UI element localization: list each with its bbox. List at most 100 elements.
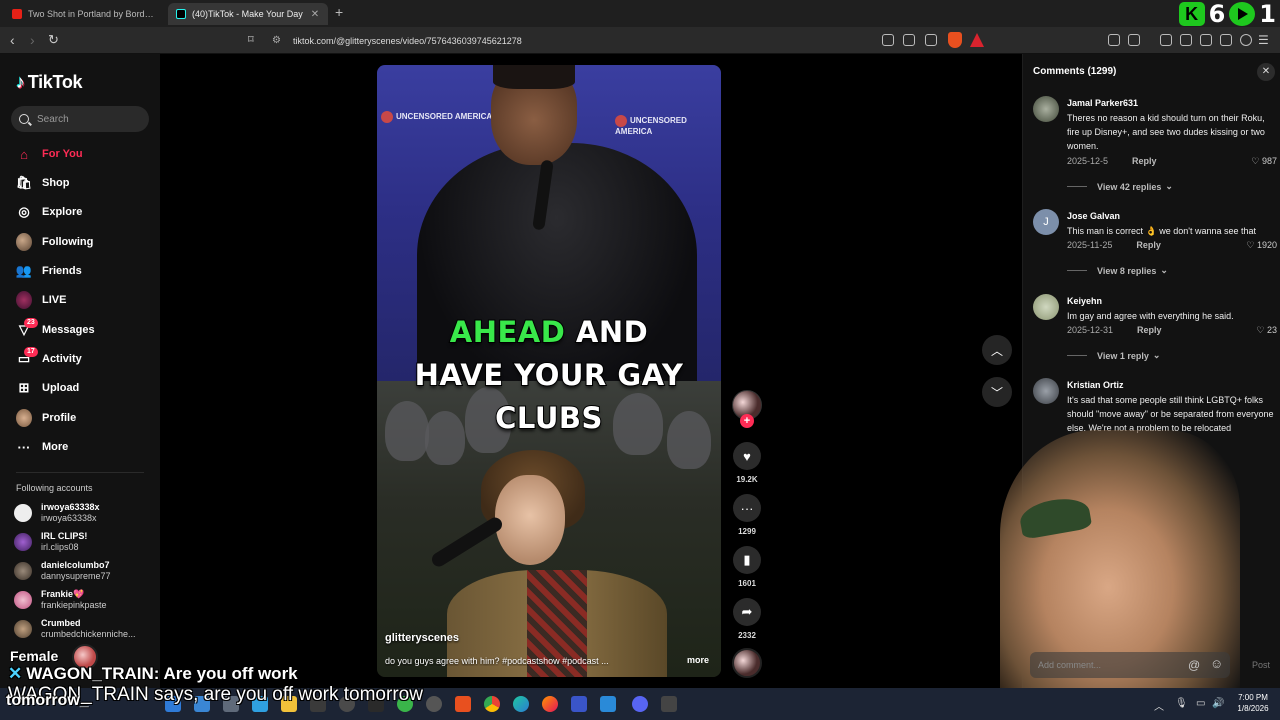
close-tab-icon[interactable]: ✕ (311, 9, 319, 20)
nav-label: LIVE (42, 294, 67, 306)
forward-icon[interactable]: › (30, 32, 35, 48)
more-link[interactable]: more (687, 655, 709, 665)
brave-icon[interactable] (455, 696, 471, 712)
nav-more[interactable]: ··· More (16, 436, 69, 458)
nav-label: Following (42, 236, 94, 248)
taskbar-clock[interactable]: 7:00 PM 1/8/2026 (1230, 692, 1276, 714)
close-icon[interactable]: ✕ (1257, 63, 1275, 81)
site-info-icon[interactable]: ⚙ (272, 35, 281, 46)
nav-messages[interactable]: ▽ 23 Messages (16, 318, 95, 341)
avatar[interactable] (1033, 378, 1059, 404)
view-replies-button[interactable]: View 8 replies ⌄ (1067, 265, 1168, 276)
address-bar[interactable]: ⚙ tiktok.com/@glitteryscenes/video/75764… (242, 30, 986, 51)
account-name: irwoya63338x (41, 502, 100, 512)
account-name: Frankie💖 (41, 589, 85, 599)
tiktok-sidebar: ♪ TikTok Search ⌂ For You 🛍 Shop ◎ Explo… (0, 54, 160, 694)
comment-meta: 2025-12-31 Reply ♡ 23 (1067, 325, 1277, 336)
menu-icon[interactable]: ☰ (1258, 32, 1269, 48)
brave-shield-icon[interactable] (948, 32, 962, 48)
vscode-icon[interactable] (600, 696, 616, 712)
following-account[interactable]: Frankie💖 frankiepinkpaste (14, 589, 107, 611)
media-icon[interactable] (882, 34, 894, 46)
network-icon[interactable]: ▭ (1196, 698, 1205, 709)
nav-live[interactable]: LIVE (16, 289, 66, 311)
view-replies-button[interactable]: View 1 reply ⌄ (1067, 350, 1160, 361)
app-icon[interactable] (661, 696, 677, 712)
sidebar-toggle-icon[interactable] (1180, 34, 1192, 46)
nav-for-you[interactable]: ⌂ For You (16, 143, 82, 165)
share-icon[interactable] (925, 34, 937, 46)
view-replies-label: View 1 reply (1097, 350, 1149, 361)
like-button[interactable]: ♥ 19.2K (732, 442, 762, 484)
music-icon[interactable] (1160, 34, 1172, 46)
wallet-icon[interactable] (1200, 34, 1212, 46)
browser-nav-bar: ‹ › ↻ ⌑ ⚙ tiktok.com/@glitteryscenes/vid… (0, 27, 1280, 54)
vpn-icon[interactable] (1240, 34, 1252, 46)
mic-icon[interactable]: 🎙 (1175, 698, 1188, 709)
edge-icon[interactable] (513, 696, 529, 712)
sidebar-divider (16, 472, 144, 473)
ai-icon[interactable] (1220, 34, 1232, 46)
follow-plus-icon[interactable]: + (740, 414, 754, 428)
view-replies-button[interactable]: View 42 replies ⌄ (1067, 181, 1173, 192)
following-account[interactable]: irwoya63338x irwoya63338x (14, 502, 100, 524)
search-input[interactable]: Search (11, 106, 149, 132)
app-icon[interactable] (571, 696, 587, 712)
extensions-icon[interactable] (1108, 34, 1120, 46)
like-comment-button[interactable]: ♡ 987 (1251, 156, 1277, 167)
nav-shop[interactable]: 🛍 Shop (16, 172, 70, 194)
like-comment-button[interactable]: ♡ 1920 (1246, 240, 1277, 251)
reply-button[interactable]: Reply (1132, 156, 1157, 167)
new-tab-button[interactable]: + (335, 4, 343, 20)
nav-explore[interactable]: ◎ Explore (16, 201, 82, 223)
upload-icon: ⊞ (18, 380, 30, 395)
tab-search-icon[interactable] (1128, 34, 1140, 46)
following-account[interactable]: IRL CLIPS! irl.clips08 (14, 531, 87, 553)
nav-activity[interactable]: ▭ 17 Activity (16, 347, 82, 370)
comment-author[interactable]: Jamal Parker631 (1067, 98, 1138, 108)
chat-text: Are you off work (159, 664, 298, 683)
reload-icon[interactable]: ↻ (48, 32, 59, 48)
following-account[interactable]: Crumbed crumbedchickenniche... (14, 618, 136, 640)
bookmark-icon: ▮ (733, 546, 761, 574)
avatar[interactable]: J (1033, 209, 1059, 235)
reply-button[interactable]: Reply (1136, 240, 1161, 251)
cast-icon[interactable] (903, 34, 915, 46)
volume-icon[interactable]: 🔊 (1212, 698, 1224, 709)
comment-author[interactable]: Kristian Ortiz (1067, 380, 1124, 390)
reply-button[interactable]: Reply (1137, 325, 1162, 336)
tray-chevron-icon[interactable]: ︿ (1154, 698, 1164, 713)
following-account[interactable]: danielcolumbo7 dannysupreme77 (14, 560, 111, 582)
comment-author[interactable]: Keiyehn (1067, 296, 1102, 306)
app-icon[interactable] (426, 696, 442, 712)
post-button[interactable]: Post (1252, 660, 1270, 670)
comment-button[interactable]: ··· 1299 (732, 494, 762, 536)
tiktok-logo[interactable]: ♪ TikTok (16, 72, 83, 93)
tiktok-note-icon: ♪ (16, 72, 25, 92)
next-video-button[interactable]: ﹀ (982, 377, 1012, 407)
music-disc-avatar[interactable] (732, 648, 762, 678)
avatar[interactable] (1033, 96, 1059, 122)
previous-video-button[interactable]: ︿ (982, 335, 1012, 365)
browser-tab-active[interactable]: (40)TikTok - Make Your Day ✕ (168, 3, 328, 25)
comment-text: This man is correct 👌 we don't wanna see… (1067, 226, 1257, 236)
like-comment-button[interactable]: ♡ 23 (1256, 325, 1277, 336)
chrome-icon[interactable] (484, 696, 500, 712)
video-player[interactable]: UNCENSORED AMERICA UNCENSORED AMERICA AH… (377, 65, 721, 677)
firefox-icon[interactable] (542, 696, 558, 712)
comment-author[interactable]: Jose Galvan (1067, 211, 1120, 221)
back-icon[interactable]: ‹ (10, 32, 15, 48)
emoji-icon[interactable]: ☺ (1210, 656, 1223, 671)
mention-icon[interactable]: @ (1188, 658, 1200, 672)
nav-following[interactable]: Following (16, 231, 93, 253)
share-button[interactable]: ➦ 2332 (732, 598, 762, 640)
nav-upload[interactable]: ⊞ Upload (16, 377, 80, 399)
browser-tab[interactable]: Two Shot in Portland by Border Patro (4, 3, 166, 25)
nav-profile[interactable]: Profile (16, 407, 76, 429)
video-feed: UNCENSORED AMERICA UNCENSORED AMERICA AH… (160, 54, 1022, 694)
discord-icon[interactable] (632, 696, 648, 712)
save-button[interactable]: ▮ 1601 (732, 546, 762, 588)
avatar[interactable] (1033, 294, 1059, 320)
video-author[interactable]: glitteryscenes (385, 632, 459, 644)
nav-friends[interactable]: 👥 Friends (16, 260, 82, 282)
